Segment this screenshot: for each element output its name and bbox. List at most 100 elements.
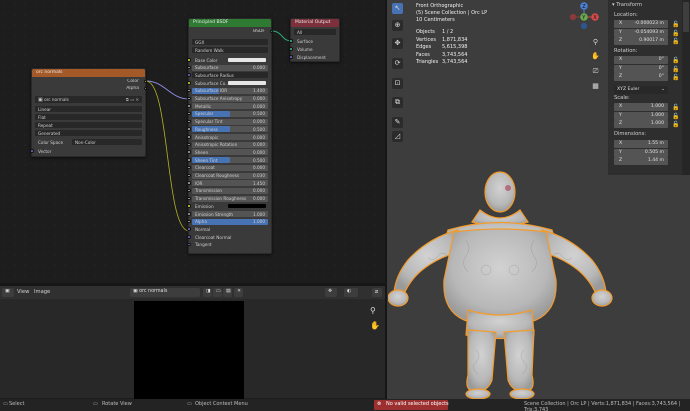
lock-icon[interactable]: 🔓 — [672, 74, 679, 81]
scale-tool-icon[interactable]: ⊡ — [392, 78, 403, 89]
pin-icon[interactable]: ✥ — [325, 288, 337, 297]
lock-icon[interactable]: 🔓 — [672, 113, 679, 120]
lock-icon[interactable]: 🔓 — [672, 30, 679, 37]
bsdf-input-transmission-roughness[interactable]: Transmission Roughness 0.000 — [192, 195, 268, 202]
gizmo-toggle-icon[interactable]: ⧄ — [372, 288, 382, 297]
bsdf-input-subsurface-anisotropy[interactable]: Subsurface Anisotropy 0.000 — [192, 95, 268, 102]
emission-strength-socket[interactable] — [187, 212, 191, 216]
surface-input-socket[interactable] — [289, 39, 293, 43]
bsdf-input-normal[interactable]: Normal — [192, 226, 268, 232]
bsdf-input-emission-strength[interactable]: Emission Strength 1.000 — [192, 211, 268, 217]
subsurface-method-dropdown[interactable]: Random Walk — [192, 47, 268, 53]
neg-x-axis-ball[interactable] — [569, 13, 577, 21]
pan-hand-icon[interactable]: ✋ — [370, 321, 381, 332]
close-image-icon[interactable]: ✕ — [234, 288, 243, 297]
scale-y-field[interactable]: Y 1.000 — [614, 111, 668, 120]
new-image-icon[interactable]: ▭ — [213, 288, 222, 297]
metallic-socket[interactable] — [187, 104, 191, 108]
bsdf-input-sheen[interactable]: Sheen 0.000 — [192, 149, 268, 156]
clearcoat-normal-socket[interactable] — [187, 235, 191, 239]
pan-view-icon[interactable]: ✋ — [590, 51, 601, 62]
bsdf-input-emission[interactable]: Emission — [192, 203, 268, 209]
lock-icon[interactable]: 🔓 — [672, 66, 679, 73]
subsurface-ior-socket[interactable] — [187, 88, 191, 93]
dimensions-y-field[interactable]: Y 0.505 m — [614, 148, 668, 157]
rotation-z-field[interactable]: Z 0° — [614, 73, 668, 82]
output-target-dropdown[interactable]: All — [294, 29, 336, 35]
bsdf-input-clearcoat-roughness[interactable]: Clearcoat Roughness 0.030 — [192, 172, 268, 179]
display-channels-icon[interactable]: ◐ — [344, 288, 358, 297]
transmission-socket[interactable] — [187, 188, 191, 193]
zoom-icon[interactable]: ⚲ — [370, 306, 381, 317]
volume-input-socket[interactable] — [289, 47, 293, 51]
vector-input-socket[interactable] — [30, 149, 34, 153]
bsdf-input-base-color[interactable]: Base Color — [192, 57, 268, 63]
zoom-view-icon[interactable]: ⚲ — [590, 37, 601, 48]
lock-icon[interactable]: 🔓 — [672, 121, 679, 128]
projection-dropdown[interactable]: Flat — [35, 114, 142, 120]
annotate-tool-icon[interactable]: ✎ — [392, 117, 403, 128]
displacement-input-socket[interactable] — [289, 55, 293, 59]
fake-user-icon[interactable]: ◨ — [203, 288, 212, 297]
location-z-field[interactable]: Z 0.90017 m — [614, 37, 668, 46]
ior-socket[interactable] — [187, 181, 191, 185]
open-image-icon[interactable]: ▤ — [223, 288, 232, 297]
emission-socket[interactable] — [187, 204, 191, 208]
bsdf-input-subsurface[interactable]: Subsurface 0.000 — [192, 64, 268, 71]
scale-z-field[interactable]: Z 1.000 — [614, 120, 668, 129]
material-output-node[interactable]: Material Output All Surface Volume Displ… — [289, 18, 340, 62]
transform-panel-header[interactable]: ▾ Transform — [612, 2, 642, 8]
bsdf-input-subsurface-radius[interactable]: Subsurface Radius — [192, 72, 268, 79]
view-menu[interactable]: View — [17, 289, 29, 295]
normal-socket[interactable] — [187, 227, 191, 231]
alpha-output-socket[interactable] — [143, 86, 147, 90]
anisotropic-socket[interactable] — [187, 135, 191, 139]
specular-socket[interactable] — [187, 111, 191, 116]
roughness-socket[interactable] — [187, 127, 191, 131]
clearcoat-socket[interactable] — [187, 165, 191, 170]
alpha-socket[interactable] — [187, 219, 191, 224]
tangent-socket[interactable] — [187, 242, 191, 247]
subsurface-anisotropy-socket[interactable] — [187, 96, 191, 100]
image-texture-node[interactable]: orc normals Color Alpha ▣ orc normals ⧉ … — [30, 68, 147, 157]
sheen-tint-socket[interactable] — [187, 158, 191, 162]
tab-item[interactable] — [683, 2, 689, 32]
location-y-field[interactable]: Y -0.054093 m — [614, 28, 668, 37]
rotation-mode-dropdown[interactable]: XYZ Euler ⌄ — [614, 86, 668, 94]
bsdf-input-clearcoat-normal[interactable]: Clearcoat Normal — [192, 234, 268, 240]
bsdf-input-metallic[interactable]: Metallic 0.000 — [192, 103, 268, 110]
interpolation-dropdown[interactable]: Linear — [35, 106, 142, 112]
color-swatch[interactable] — [228, 58, 266, 62]
base-color-socket[interactable] — [187, 58, 191, 62]
location-x-field[interactable]: X -0.000023 m — [614, 20, 668, 28]
dimensions-z-field[interactable]: Z 1.44 m — [614, 157, 668, 166]
subsurface-socket[interactable] — [187, 65, 191, 70]
image-browse-field[interactable]: ▣ orc normals — [130, 288, 200, 297]
orc-model[interactable] — [388, 170, 658, 399]
image-menu[interactable]: Image — [34, 289, 50, 295]
subsurface-co-socket[interactable] — [187, 81, 191, 85]
bsdf-input-specular[interactable]: Specular 0.500 — [192, 110, 268, 117]
anisotropic-rotation-socket[interactable] — [187, 142, 191, 147]
rotation-x-field[interactable]: X 0° — [614, 56, 668, 64]
bsdf-input-tangent[interactable]: Tangent — [192, 242, 268, 248]
lock-icon[interactable]: 🔓 — [672, 38, 679, 45]
bsdf-input-anisotropic[interactable]: Anisotropic 0.000 — [192, 134, 268, 140]
source-dropdown[interactable]: Generated — [35, 130, 142, 136]
bsdf-input-subsurface-co[interactable]: Subsurface Co... — [192, 80, 268, 86]
lock-icon[interactable]: 🔓 — [672, 104, 679, 111]
move-tool-icon[interactable]: ✥ — [392, 38, 403, 49]
color-space-dropdown[interactable]: Non-Color — [72, 139, 142, 145]
clearcoat-roughness-socket[interactable] — [187, 173, 191, 177]
extension-dropdown[interactable]: Repeat — [35, 122, 142, 128]
bsdf-input-subsurface-ior[interactable]: Subsurface IOR 1.400 — [192, 87, 268, 94]
bsdf-output-socket[interactable] — [269, 29, 273, 33]
transform-tool-icon[interactable]: ⧉ — [392, 97, 403, 108]
color-swatch[interactable] — [228, 81, 266, 86]
subsurface-radius-socket[interactable] — [187, 73, 191, 77]
image-selector[interactable]: ▣ orc normals ⧉ ▭ ✕ — [35, 96, 142, 103]
scale-x-field[interactable]: X 1.000 — [614, 103, 668, 111]
cursor-tool-icon[interactable]: ⊕ — [392, 20, 403, 31]
bsdf-input-alpha[interactable]: Alpha 1.000 — [192, 218, 268, 225]
rotation-y-field[interactable]: Y 0° — [614, 64, 668, 73]
